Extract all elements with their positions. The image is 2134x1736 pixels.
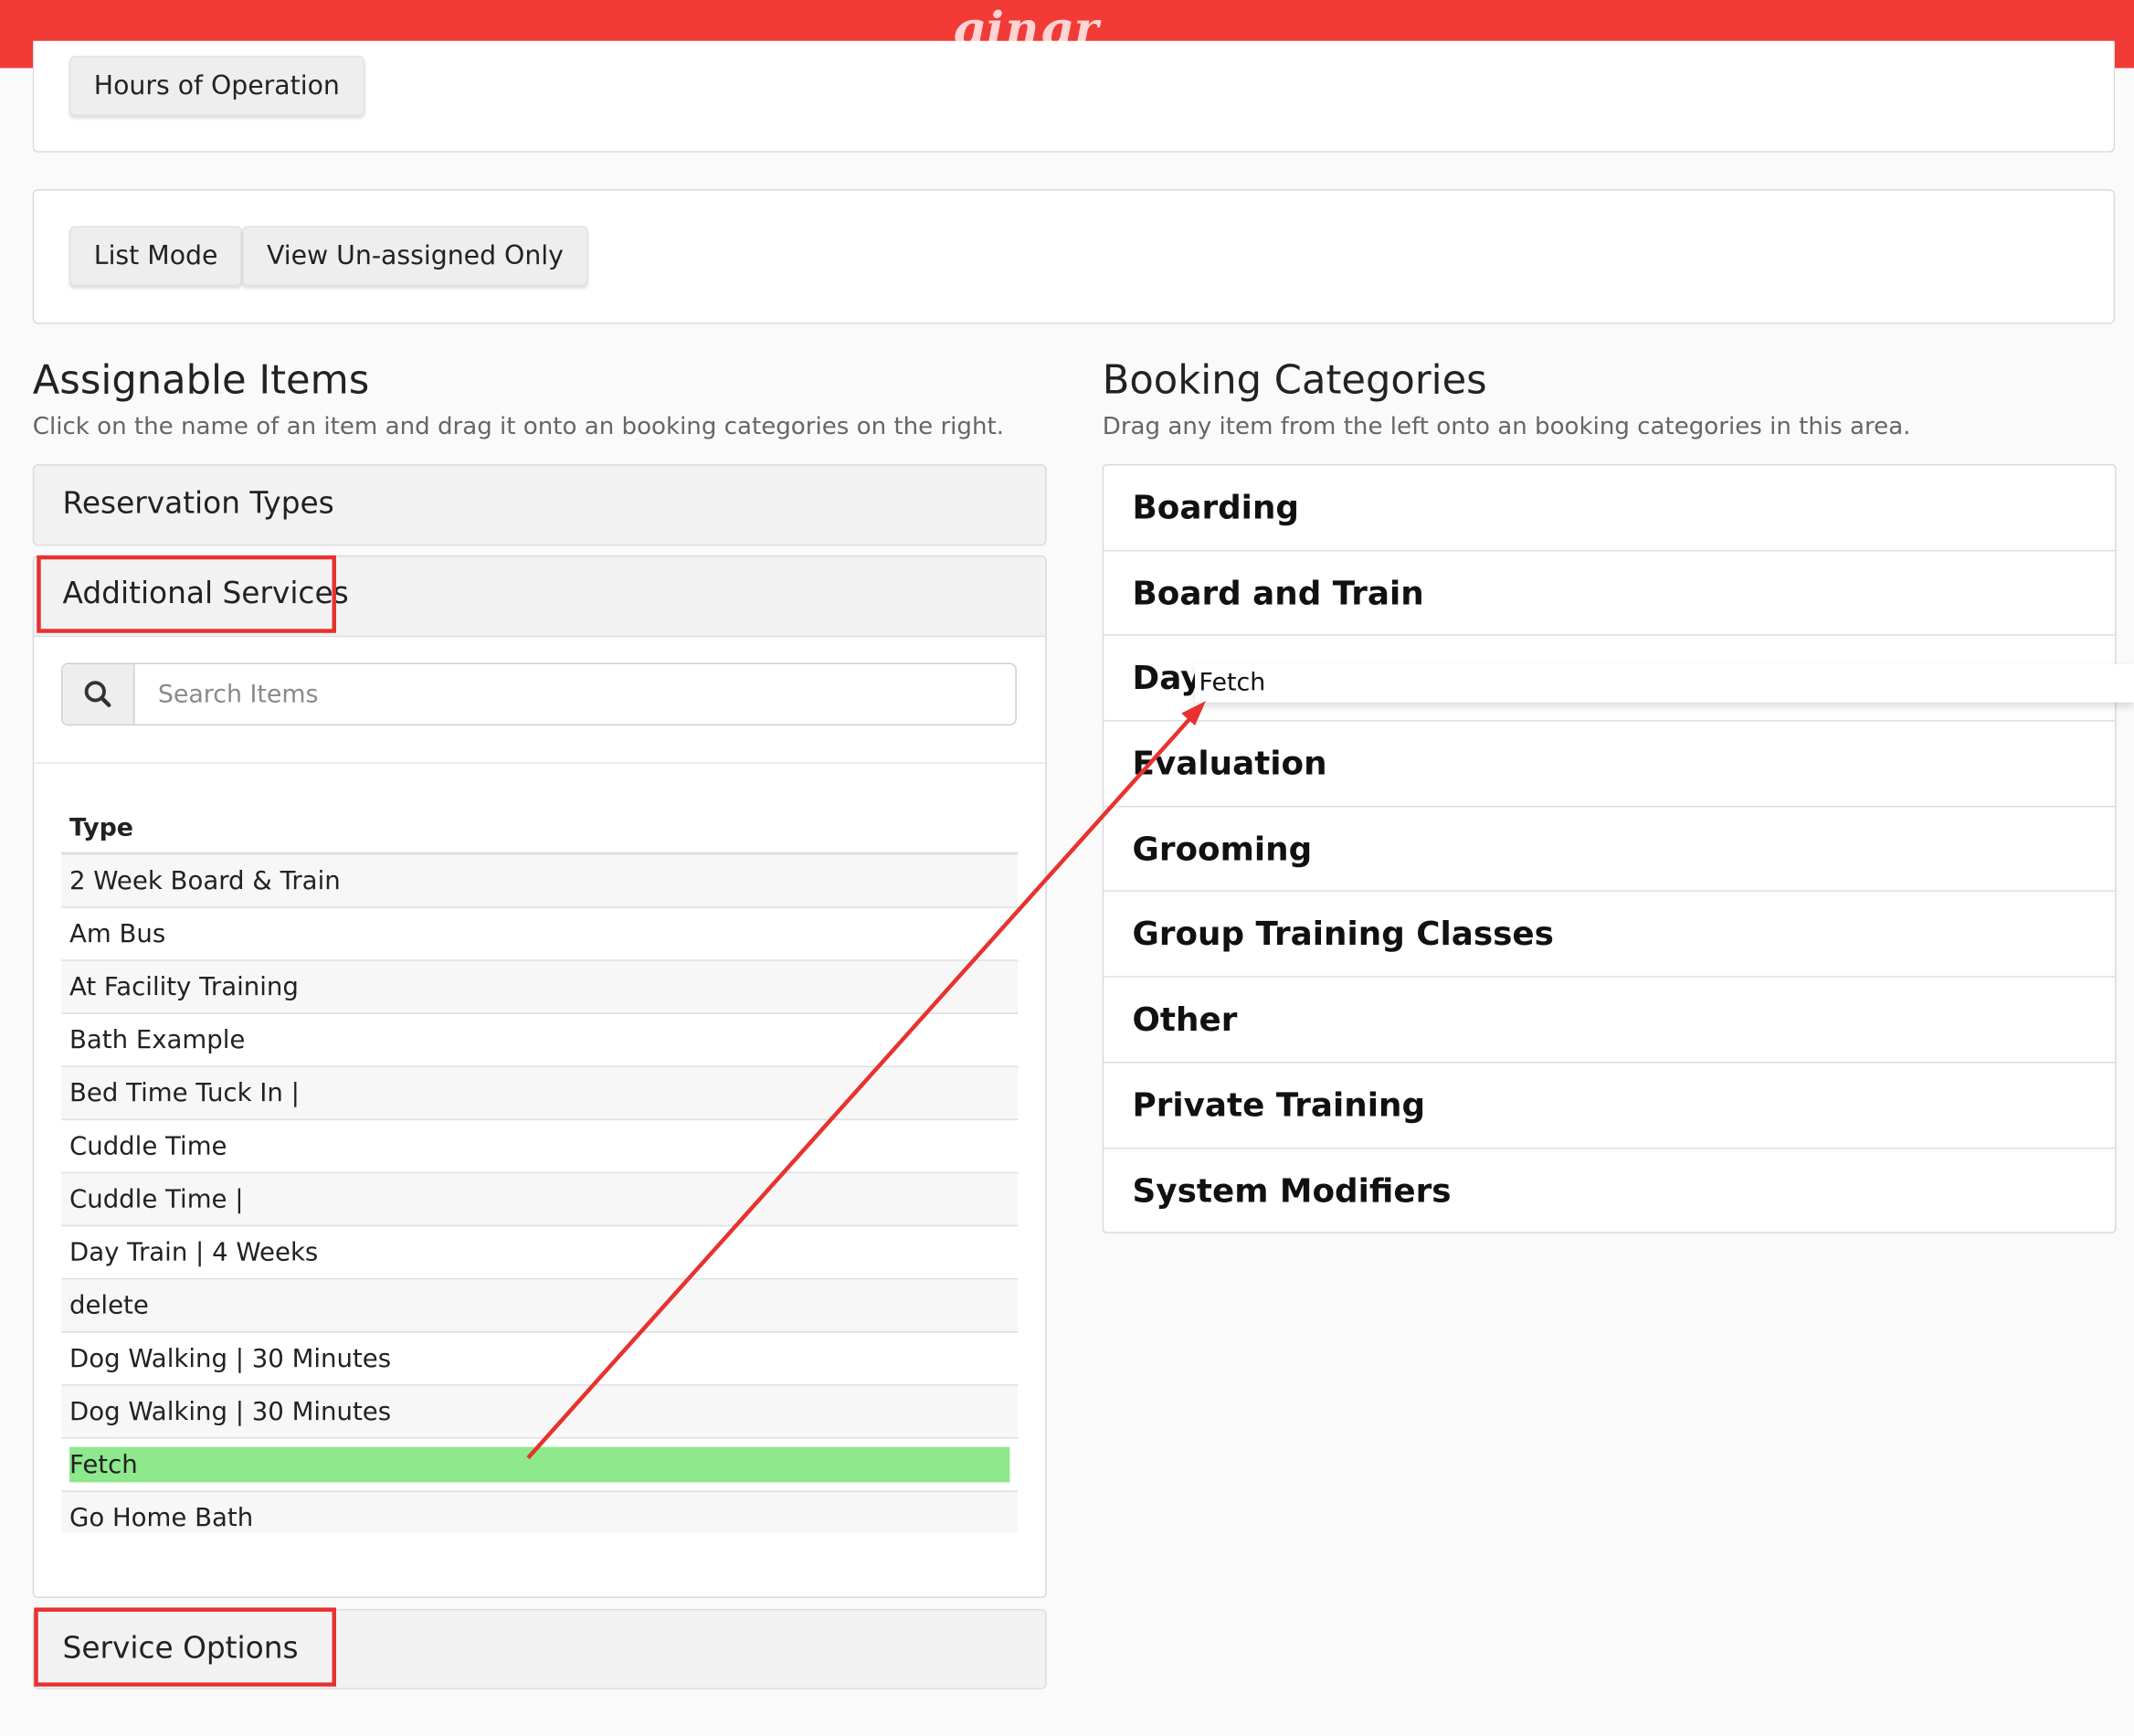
reservation-types-label: Reservation Types	[62, 487, 334, 522]
category-boarding[interactable]: Boarding	[1104, 466, 2116, 551]
drag-highlight	[69, 1446, 1010, 1483]
category-grooming[interactable]: Grooming	[1104, 807, 2116, 893]
annotation-box-service-options	[34, 1607, 336, 1687]
list-item[interactable]: 2 Week Board & Train	[61, 854, 1019, 908]
list-item[interactable]: Dog Walking | 30 Minutes	[61, 1385, 1019, 1439]
list-item[interactable]: Day Train | 4 Weeks	[61, 1226, 1019, 1280]
list-mode-button[interactable]: List Mode	[69, 226, 243, 286]
category-group-training-classes[interactable]: Group Training Classes	[1104, 892, 2116, 978]
category-board-and-train[interactable]: Board and Train	[1104, 551, 2116, 637]
hours-of-operation-button[interactable]: Hours of Operation	[69, 56, 364, 116]
list-item[interactable]: Am Bus	[61, 908, 1019, 961]
view-unassigned-button[interactable]: View Un-assigned Only	[242, 226, 588, 286]
category-system-modifiers[interactable]: System Modifiers	[1104, 1149, 2115, 1233]
booking-categories-list: Boarding Board and Train Day Evaluation …	[1102, 464, 2117, 1233]
list-item-highlighted[interactable]: Fetch	[61, 1438, 1019, 1492]
list-item[interactable]: Bed Time Tuck In |	[61, 1067, 1019, 1121]
search-field	[61, 662, 1017, 726]
items-body: 2 Week Board & Train Am Bus At Facility …	[61, 854, 1019, 1533]
list-item[interactable]: delete	[61, 1279, 1019, 1333]
items-table: Type 2 Week Board & Train Am Bus At Faci…	[61, 803, 1019, 1533]
category-other[interactable]: Other	[1104, 978, 2116, 1064]
assignable-items-subtitle: Click on the name of an item and drag it…	[32, 413, 1005, 441]
list-item[interactable]: Dog Walking | 30 Minutes	[61, 1333, 1019, 1386]
search-items-input[interactable]	[135, 664, 1016, 725]
booking-categories-subtitle: Drag any item from the left onto an book…	[1102, 413, 1911, 441]
assignable-items-title: Assignable Items	[32, 356, 370, 403]
list-item[interactable]: At Facility Training	[61, 960, 1019, 1014]
reservation-types-header[interactable]: Reservation Types	[32, 464, 1047, 546]
category-evaluation[interactable]: Evaluation	[1104, 722, 2116, 808]
search-button[interactable]	[62, 664, 135, 725]
search-divider	[34, 762, 1046, 764]
annotation-box-additional-services	[37, 555, 336, 633]
list-item[interactable]: Bath Example	[61, 1014, 1019, 1068]
category-private-training[interactable]: Private Training	[1104, 1063, 2116, 1149]
list-item[interactable]: Go Home Bath	[61, 1491, 1019, 1533]
list-item[interactable]: Cuddle Time	[61, 1120, 1019, 1174]
list-item[interactable]: Cuddle Time |	[61, 1173, 1019, 1227]
type-column-header: Type	[61, 803, 1019, 855]
drag-helper[interactable]: Fetch	[1195, 664, 2134, 703]
booking-categories-title: Booking Categories	[1102, 356, 1487, 403]
search-icon	[84, 681, 111, 707]
